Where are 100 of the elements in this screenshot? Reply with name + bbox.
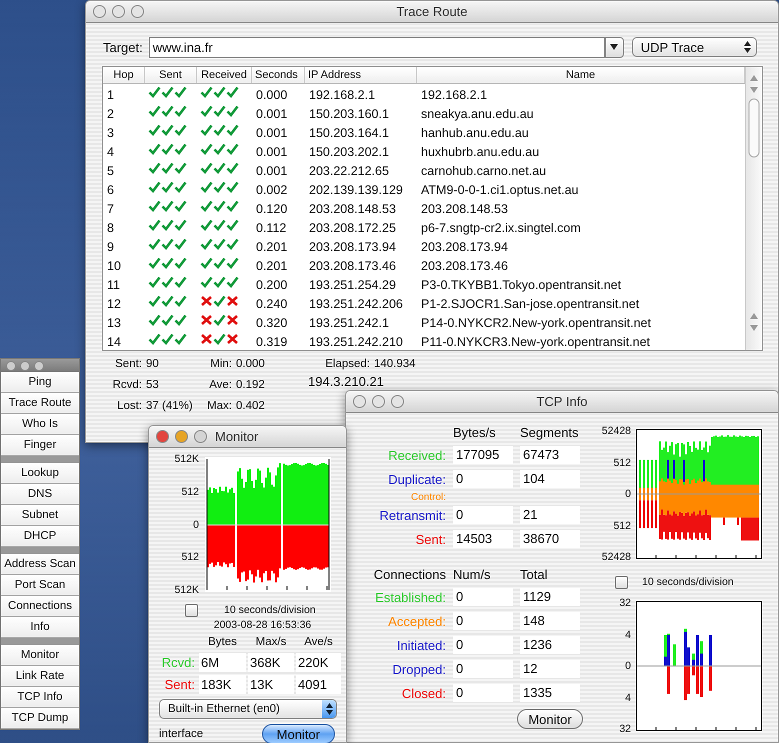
tool-button[interactable]: TCP Dump	[1, 708, 79, 729]
mode-popup[interactable]: UDP Trace	[632, 37, 757, 57]
value-field: 0	[453, 506, 513, 524]
axis-label: 512	[181, 486, 199, 498]
stat-label: Sent:	[114, 358, 142, 370]
row-label: Initiated:	[396, 638, 446, 652]
table-cell-text: 0.201	[255, 239, 288, 255]
table-cell-text: ATM9-0-0-1.ci1.optus.net.au	[420, 182, 580, 198]
table-cell-text: 13	[106, 315, 122, 331]
tool-button[interactable]: Ping	[1, 372, 79, 393]
column-header: Bytes	[207, 636, 238, 648]
tool-button[interactable]: Who Is	[1, 414, 79, 435]
table-cell-text: 8	[106, 220, 115, 236]
value-field: 148	[520, 612, 580, 630]
table-cell-text: 0.112	[255, 220, 288, 236]
target-label: Target:	[103, 40, 143, 54]
stat-label: Ave:	[208, 378, 232, 390]
row-label: Sent:	[414, 532, 446, 546]
table-cell-text: carnohub.carno.net.au	[420, 163, 548, 179]
axis-label: 4	[625, 692, 631, 704]
table-cell-text: 0.000	[255, 87, 288, 103]
table-cell-text: 0.001	[255, 106, 288, 122]
tool-button[interactable]: Monitor	[1, 645, 79, 666]
column-header: Total	[520, 566, 548, 582]
value-field: 0	[453, 588, 513, 606]
table-cell-text: 193.251.242.206	[308, 296, 404, 312]
row-label: Established:	[374, 590, 446, 604]
column-header[interactable]: Received	[197, 67, 252, 83]
tool-button[interactable]: Trace Route	[1, 393, 79, 414]
table-cell-text: 202.139.139.129	[308, 182, 404, 198]
value-field: 1236	[520, 636, 580, 654]
interface-popup[interactable]: Built-in Ethernet (en0)	[159, 699, 337, 719]
table-cell-text: 0.201	[255, 258, 288, 274]
table-cell-text: P14-0.NYKCR2.New-york.opentransit.net	[420, 315, 652, 331]
current-address: 194.3.210.21	[308, 374, 385, 389]
column-header[interactable]: Hop	[103, 67, 145, 83]
group-caption: Control:	[410, 492, 446, 502]
value-field: 0	[453, 612, 513, 630]
table-cell-text: 150.203.202.1	[308, 144, 390, 160]
column-header[interactable]: Sent	[145, 67, 197, 83]
column-header[interactable]: Seconds	[252, 67, 305, 83]
table-cell-text: 192.168.2.1	[308, 87, 376, 103]
tool-button[interactable]: DNS	[1, 484, 79, 505]
target-field[interactable]: www.ina.fr	[148, 36, 605, 58]
window-title: TCP Info	[535, 394, 589, 409]
timestamp: 2003-08-28 16:53:36	[212, 619, 312, 631]
axis-label: 32	[619, 723, 631, 735]
column-header: Max/s	[254, 636, 288, 648]
table-cell-text: 203.208.148.53	[308, 201, 397, 217]
tool-button[interactable]: Finger	[1, 435, 79, 456]
row-label: Duplicate:	[387, 472, 446, 486]
table-cell-text: 11	[106, 277, 121, 293]
tool-button[interactable]: Port Scan	[1, 575, 79, 596]
table-cell-text: 12	[106, 296, 122, 312]
table-cell-text: 0.001	[255, 144, 288, 160]
value-field: 0	[453, 470, 513, 488]
value-field: 6M	[199, 652, 246, 672]
value-field: 1335	[520, 684, 580, 702]
column-header: Connections	[372, 566, 446, 582]
value-field: 67473	[520, 446, 580, 464]
stat-value: 53	[146, 378, 160, 390]
value-field: 38670	[520, 530, 580, 548]
table-cell-text: 9	[106, 239, 115, 255]
tool-button[interactable]: Info	[1, 617, 79, 638]
column-header: Bytes/s	[453, 424, 497, 440]
tool-button[interactable]: Address Scan	[1, 554, 79, 575]
row-label: Sent:	[164, 676, 196, 692]
table-cell-text: 150.203.164.1	[308, 125, 390, 141]
tool-button[interactable]: Subnet	[1, 505, 79, 526]
table-cell-text: 6	[106, 182, 115, 198]
value-field: 14503	[453, 530, 513, 548]
row-label: Rcvd:	[160, 654, 196, 670]
tool-button[interactable]: TCP Info	[1, 687, 79, 708]
monitor-button[interactable]: Monitor	[517, 709, 583, 729]
monitor-button[interactable]: Monitor	[262, 724, 335, 743]
table-cell-text: 0.319	[255, 334, 288, 350]
column-header: Ave/s	[303, 636, 334, 648]
stat-label: Rcvd:	[112, 378, 142, 390]
tool-button[interactable]: DHCP	[1, 526, 79, 547]
tool-button[interactable]: Link Rate	[1, 666, 79, 687]
value-field: 0	[453, 636, 513, 654]
table-cell-text: 14	[106, 334, 122, 350]
axis-label: 52428	[602, 551, 631, 563]
value-field: 0	[453, 660, 513, 678]
value-field: 0	[453, 684, 513, 702]
column-header[interactable]: IP Address	[305, 67, 417, 83]
table-cell-text: huxhubrb.anu.edu.au	[420, 144, 540, 160]
table-cell-text: 150.203.160.1	[308, 106, 390, 122]
tool-button[interactable]: Lookup	[1, 463, 79, 484]
stat-label: Max:	[206, 400, 232, 412]
table-cell-text: 0.001	[255, 125, 288, 141]
axis-label: 0	[625, 660, 631, 672]
stat-value: 37 (41%)	[146, 400, 194, 412]
table-cell-text: 0.240	[255, 296, 288, 312]
row-label: Accepted:	[387, 614, 446, 628]
table-cell-text: P11-0.NYKCR3.New-york.opentransit.net	[420, 334, 652, 350]
axis-label: 0	[625, 488, 631, 500]
tool-button[interactable]: Connections	[1, 596, 79, 617]
table-cell-text: 203.208.172.25	[308, 220, 397, 236]
table-cell-text: 0.200	[255, 277, 288, 293]
